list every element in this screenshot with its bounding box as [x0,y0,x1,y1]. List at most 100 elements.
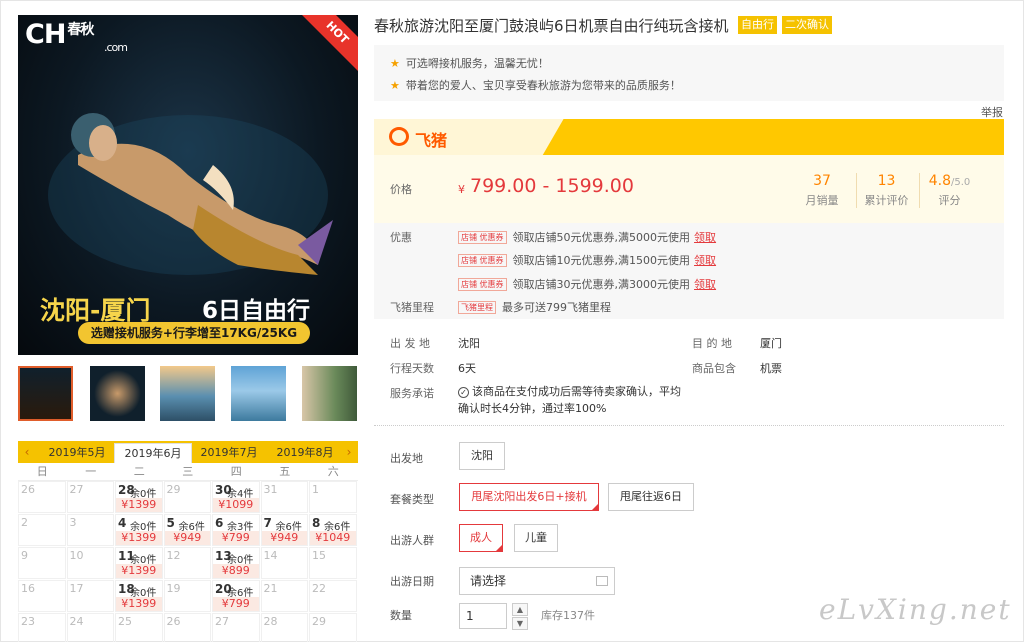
day-number: 22 [312,582,326,595]
calendar-day: 25 [115,613,163,642]
day-price: ¥899 [213,564,259,578]
price-block: 价格 ¥ 799.00 - 1599.00 37 月销量 13 累计评价 4.8/5… [374,155,1004,223]
day-price: ¥1099 [213,498,259,512]
day-number: 28 [263,615,278,628]
price-range: 799.00 - 1599.00 [470,175,634,197]
prev-month-button[interactable]: ‹ [18,441,36,463]
calendar-day: 24 [66,613,114,642]
day-price: ¥1399 [116,498,162,512]
watermark: eLvXing.net [819,593,1012,626]
day-number: 12 [166,549,181,562]
thumbnail-2[interactable] [90,366,145,421]
day-number: 24 [69,615,84,628]
day-number: 27 [69,483,84,496]
depart-option-shenyang[interactable]: 沈阳 [459,442,505,470]
calendar-day-available[interactable]: 4 余0件 ¥1399 [115,514,163,546]
report-link[interactable]: 举报 [981,104,1003,120]
calendar-day: 3 [66,514,114,546]
weekday-label: 四 [230,465,242,478]
weekday-label: 日 [36,465,48,478]
calendar-day: 23 [18,613,66,642]
tag-reconfirm: 二次确认 [782,16,832,34]
calendar-day: 19 [163,580,211,612]
day-number: 6 [215,516,224,530]
day-number: 7 [263,516,272,530]
rating-score: 4.8/5.0 评分 [919,173,979,208]
quantity-input[interactable]: 1 [459,603,507,629]
calendar-day: 12 [163,547,211,579]
package-option-2[interactable]: 甩尾往返6日 [608,483,694,511]
calendar-day: 10 [66,547,114,579]
review-count[interactable]: 13 累计评价 [856,173,916,208]
month-tab-august[interactable]: 2019年8月 [266,443,344,463]
day-number: 23 [21,615,35,628]
hero-image[interactable]: CH 春秋 .com HOT 沈阳-厦门 6日自由行 选赠接机服务+行李增至17K… [18,15,358,355]
claim-coupon-link[interactable]: 领取 [694,278,716,291]
day-number: 14 [263,549,278,562]
calendar-day-available[interactable]: 13 余0件 ¥899 [212,547,260,579]
check-icon: ✓ [458,387,469,398]
fliggy-banner: 飞猪 [374,119,1004,155]
day-price: ¥949 [261,531,307,545]
includes-label: 商品包含 [692,362,736,375]
calendar-day: 9 [18,547,66,579]
calendar-day-available[interactable]: 8 余6件 ¥1049 [309,514,357,546]
weekday-label: 二 [133,465,145,478]
day-price: ¥1049 [310,531,356,545]
claim-coupon-link[interactable]: 领取 [694,231,716,244]
calendar-day: 29 [163,481,211,513]
calendar-day-available[interactable]: 11 余0件 ¥1399 [115,547,163,579]
promise-label: 服务承诺 [390,387,434,400]
hero-subtitle: 选赠接机服务+行李增至17KG/25KG [78,322,310,344]
day-number: 9 [21,549,28,562]
package-option-1[interactable]: 甩尾沈阳出发6日+接机 [459,483,599,511]
includes-value: 机票 [760,362,782,375]
divider [374,425,1004,426]
tag-free-travel: 自由行 [738,16,777,34]
day-price: ¥1399 [116,564,162,578]
thumbnail-4[interactable] [231,366,286,421]
thumbnail-5[interactable] [302,366,357,421]
calendar-day: 28 [260,613,308,642]
month-tab-july[interactable]: 2019年7月 [190,443,268,463]
calendar-day-available[interactable]: 30 余4件 ¥1099 [212,481,260,513]
day-price: ¥949 [164,531,210,545]
thumbnail-3[interactable] [160,366,215,421]
weekday-label: 六 [327,465,339,478]
month-tab-may[interactable]: 2019年5月 [38,443,116,463]
claim-coupon-link[interactable]: 领取 [694,254,716,267]
calendar-icon [596,576,608,586]
calendar-day-available[interactable]: 5 余6件 ¥949 [163,514,211,546]
month-tab-june[interactable]: 2019年6月 [114,443,192,463]
day-number: 2 [21,516,28,529]
service-promise: ✓ 该商品在支付成功后需等待卖家确认，平均确认时长4分钟，通过率100% [458,385,681,415]
traveler-option-adult[interactable]: 成人 [459,524,503,552]
weekday-label: 五 [279,465,291,478]
calendar-day-available[interactable]: 20 余6件 ¥799 [212,580,260,612]
quantity-decrease-button[interactable]: ▼ [512,617,528,630]
calendar-day-available[interactable]: 6 余3件 ¥799 [212,514,260,546]
hero-days: 6日自由行 [202,298,311,324]
quantity-increase-button[interactable]: ▲ [512,603,528,616]
next-month-button[interactable]: › [340,441,358,463]
calendar-day: 21 [260,580,308,612]
calendar-day-available[interactable]: 18 余0件 ¥1399 [115,580,163,612]
calendar-day: 27 [212,613,260,642]
day-number: 31 [263,483,278,496]
calendar-day-available[interactable]: 7 余6件 ¥949 [260,514,308,546]
thumbnail-strip [18,366,358,421]
dest-value: 厦门 [760,337,782,350]
date-picker-input[interactable]: 请选择 [459,567,615,595]
coupon-item: 店铺 优惠券 领取店铺50元优惠券,满5000元使用 领取 [458,229,716,245]
date-label: 出游日期 [390,575,434,588]
day-number: 1 [312,483,319,496]
calendar-day-available[interactable]: 28 余0件 ¥1399 [115,481,163,513]
calendar-day: 14 [260,547,308,579]
miles-info: 飞猪里程 最多可送799飞猪里程 [458,299,611,315]
traveler-option-child[interactable]: 儿童 [514,524,558,552]
calendar-day: 16 [18,580,66,612]
calendar-day: 26 [163,613,211,642]
thumbnail-1[interactable] [18,366,73,421]
calendar-day: 29 [309,613,357,642]
day-number: 4 [118,516,127,530]
